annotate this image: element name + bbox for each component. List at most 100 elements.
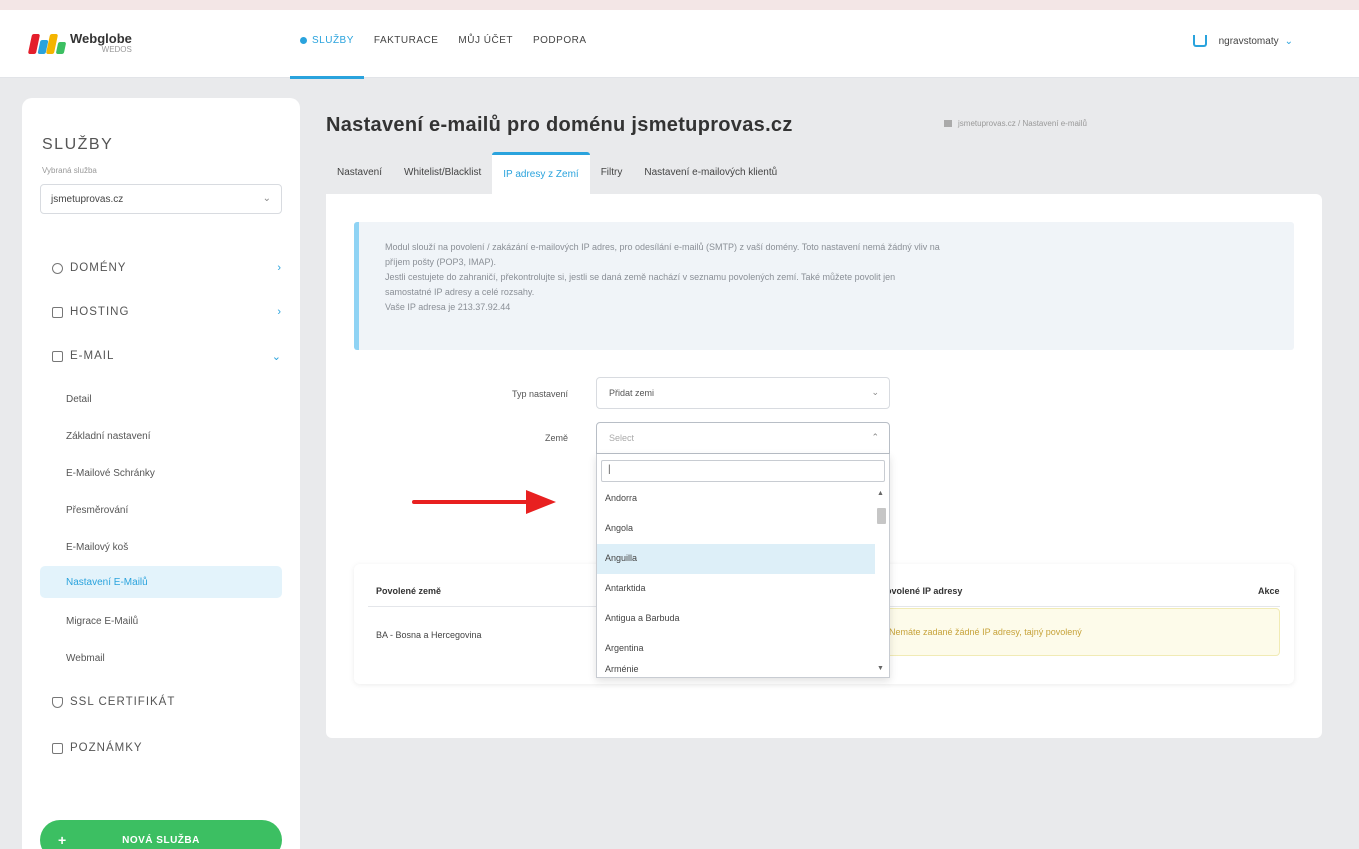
new-service-label: NOVÁ SLUŽBA [122,834,200,846]
country-option[interactable]: Argentina [597,634,875,664]
cart-icon[interactable] [1192,35,1207,47]
chevron-down-icon: ⌄ [271,350,282,363]
sidebar-item-domeny[interactable]: DOMÉNY › [52,262,282,274]
sidebar-subtitle: Vybraná služba [42,166,97,175]
sidebar-item-label: HOSTING [70,306,130,318]
user-menu[interactable]: ngravstomaty ⌄ [1192,35,1293,47]
sidebar-item-hosting[interactable]: HOSTING › [52,306,282,318]
new-service-button[interactable]: + NOVÁ SLUŽBA [40,820,282,849]
scroll-up-icon[interactable]: ▲ [877,490,884,497]
type-select[interactable]: Přidat zemi ⌄ [596,377,890,409]
info-box: Modul slouží na povolení / zakázání e-ma… [354,222,1294,350]
page-title: Nastavení e-mailů pro doménu jsmetuprova… [326,114,793,136]
scroll-down-icon[interactable]: ▼ [877,665,884,672]
tab-ip-adresy-zeme[interactable]: IP adresy z Zemí [492,152,590,194]
chevron-down-icon: ⌄ [871,387,879,397]
sidebar-link-detail[interactable]: Detail [66,394,92,405]
sidebar-item-label: DOMÉNY [70,262,127,274]
country-option-highlighted[interactable]: Anguilla [597,544,875,574]
notes-icon [52,742,63,754]
globe-icon [52,262,63,274]
nav-label: MŮJ ÚČET [458,35,513,46]
info-line: Vaše IP adresa je 213.37.92.44 [385,302,511,312]
webglobe-logo-icon [27,32,67,54]
chevron-up-icon: ⌃ [871,432,879,442]
nav-label: PODPORA [532,35,587,46]
table-header-ips: Povolené IP adresy [880,586,963,596]
country-option[interactable]: Arménie [597,664,875,673]
server-icon [52,306,63,318]
dropdown-scrollbar[interactable]: ▲ ▼ [875,486,888,674]
sidebar-title: SLUŽBY [42,136,114,153]
sidebar-link-webmail[interactable]: Webmail [66,653,105,664]
sidebar: SLUŽBY Vybraná služba jsmetuprovas.cz ⌄ … [22,98,300,849]
arrow-shaft [412,500,528,504]
no-ip-warning: Nemáte zadané žádné IP adresy, tajný pov… [864,608,1280,656]
domain-select[interactable]: jsmetuprovas.cz ⌄ [40,184,282,214]
tab-filtry[interactable]: Filtry [590,152,634,194]
sidebar-link-nastaveni-emailu[interactable]: Nastavení E-Mailů [66,577,148,588]
table-header-actions: Akce [1258,586,1280,596]
header: Webglobe WEDOS SLUŽBY FAKTURACE MŮJ ÚČET… [0,10,1359,79]
type-select-value: Přidat zemi [609,388,655,398]
scrollbar-thumb[interactable] [877,508,886,524]
table-cell-country: BA - Bosna a Hercegovina [376,630,482,640]
country-search-input[interactable]: | [601,460,885,482]
nav-item-podpora[interactable]: PODPORA [523,10,597,78]
brand-name: Webglobe [70,30,132,46]
nav-item-sluzby[interactable]: SLUŽBY [290,10,364,79]
country-options-list: Andorra Angola Anguilla Antarktida Antig… [597,484,875,673]
logo[interactable]: Webglobe WEDOS [27,30,132,54]
home-icon[interactable] [944,120,952,127]
chevron-down-icon: ⌄ [262,193,271,204]
settings-tabs: Nastavení Whitelist/Blacklist IP adresy … [326,152,788,194]
info-line: samostatné IP adresy a celé rozsahy. [385,287,535,297]
sidebar-item-poznamky[interactable]: POZNÁMKY [52,742,282,754]
country-dropdown: | Andorra Angola Anguilla Antarktida Ant… [596,454,890,678]
sidebar-item-label: POZNÁMKY [70,742,143,754]
tab-nastaveni[interactable]: Nastavení [326,152,393,194]
red-arrow-annotation [412,490,562,514]
domain-select-value: jsmetuprovas.cz [51,194,124,205]
mail-icon [52,350,63,362]
sidebar-item-label: E-MAIL [70,350,115,362]
sidebar-item-label: SSL CERTIFIKÁT [70,696,176,708]
chevron-right-icon: › [277,262,282,274]
tab-nastaveni-klientu[interactable]: Nastavení e-mailových klientů [633,152,788,194]
active-dot-icon [300,36,307,44]
country-select[interactable]: Select ⌃ [596,422,890,454]
sidebar-item-email[interactable]: E-MAIL ⌄ [52,350,282,363]
nav-item-fakturace[interactable]: FAKTURACE [364,10,449,78]
country-option[interactable]: Antarktida [597,574,875,604]
chevron-right-icon: › [277,306,282,318]
sidebar-item-ssl[interactable]: SSL CERTIFIKÁT [52,696,282,708]
info-line: Jestli cestujete do zahraničí, překontro… [385,272,896,282]
user-name: ngravstomaty [1218,35,1279,47]
country-option[interactable]: Andorra [597,484,875,514]
breadcrumb: jsmetuprovas.cz / Nastavení e-mailů [944,119,1087,128]
top-accent-bar [0,0,1359,10]
arrow-head-icon [526,490,556,514]
country-label: Země [544,433,568,443]
sidebar-link-zakladni-nastaveni[interactable]: Základní nastavení [66,431,151,442]
shield-icon [52,696,63,708]
sidebar-link-schranky[interactable]: E-Mailové Schránky [66,468,155,479]
breadcrumb-text[interactable]: jsmetuprovas.cz / Nastavení e-mailů [958,119,1087,128]
nav-item-muj-ucet[interactable]: MŮJ ÚČET [448,10,523,78]
info-line: příjem pošty (POP3, IMAP). [385,257,497,267]
tab-whitelist-blacklist[interactable]: Whitelist/Blacklist [393,152,492,194]
plus-icon: + [58,832,67,848]
country-option[interactable]: Angola [597,514,875,544]
sidebar-link-migrace[interactable]: Migrace E-Mailů [66,616,138,627]
chevron-down-icon: ⌄ [1284,35,1293,47]
type-label: Typ nastavení [511,389,568,399]
nav-label: SLUŽBY [312,35,354,46]
country-select-placeholder: Select [609,433,635,443]
sidebar-link-kos[interactable]: E-Mailový koš [66,542,128,553]
sidebar-link-presmerovani[interactable]: Přesměrování [66,505,128,516]
table-header-countries: Povolené země [376,586,442,596]
country-option[interactable]: Antigua a Barbuda [597,604,875,634]
nav-label: FAKTURACE [373,35,439,46]
brand-sub: WEDOS [101,44,132,54]
info-line: Modul slouží na povolení / zakázání e-ma… [385,242,940,252]
